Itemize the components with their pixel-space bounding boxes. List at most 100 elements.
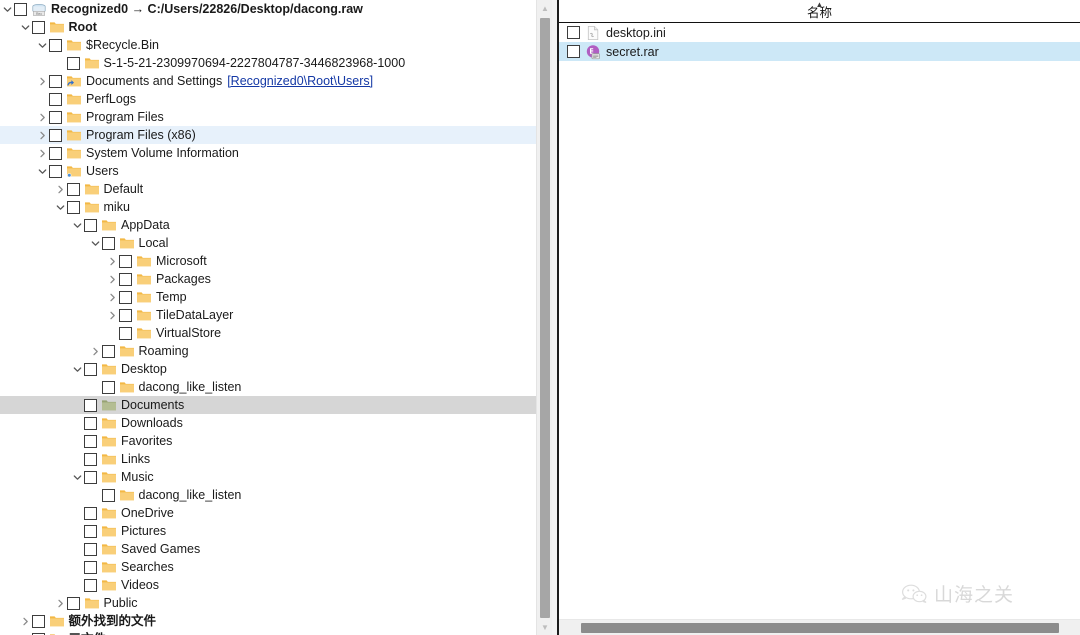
tree-node-checkbox[interactable]	[84, 452, 97, 466]
tree-node[interactable]: Program Files (x86)	[0, 126, 536, 144]
chevron-right-icon[interactable]	[106, 288, 119, 306]
tree-node[interactable]: OneDrive	[0, 504, 536, 522]
chevron-right-icon[interactable]	[36, 144, 49, 162]
tree-node[interactable]: dacong_like_listen	[0, 486, 536, 504]
file-list-rows[interactable]: desktop.ini secret.rar	[559, 23, 1080, 61]
tree-node[interactable]: 额外找到的文件	[0, 612, 536, 630]
chevron-right-icon[interactable]	[106, 270, 119, 288]
chevron-right-icon[interactable]	[106, 252, 119, 270]
file-horizontal-scrollbar[interactable]	[559, 619, 1080, 635]
tree-node[interactable]: Local	[0, 234, 536, 252]
chevron-down-icon[interactable]	[1, 0, 14, 18]
tree-node[interactable]: Microsoft	[0, 252, 536, 270]
tree-node-checkbox[interactable]	[101, 380, 115, 394]
tree-node[interactable]: Downloads	[0, 414, 536, 432]
tree-node-checkbox[interactable]	[119, 326, 132, 340]
tree-node[interactable]: Videos	[0, 576, 536, 594]
tree-node-checkbox[interactable]	[84, 506, 97, 520]
tree-node-checkbox[interactable]	[31, 614, 45, 628]
tree-node[interactable]: Favorites	[0, 432, 536, 450]
tree-node[interactable]: Roaming	[0, 342, 536, 360]
tree-node-checkbox[interactable]	[49, 38, 62, 52]
tree-node[interactable]: Documents	[0, 396, 536, 414]
tree-node[interactable]: VirtualStore	[0, 324, 536, 342]
scroll-up-arrow-icon[interactable]: ▲	[537, 0, 552, 16]
tree-node[interactable]: Program Files	[0, 108, 536, 126]
tree-node-checkbox[interactable]	[49, 128, 62, 142]
tree-node-checkbox[interactable]	[119, 308, 132, 322]
chevron-right-icon[interactable]	[36, 126, 49, 144]
chevron-right-icon[interactable]	[106, 306, 119, 324]
tree-node-checkbox[interactable]	[119, 272, 132, 286]
junction-target-link[interactable]: [Recognized0\Root\Users]	[227, 74, 373, 88]
tree-node-checkbox[interactable]	[49, 164, 62, 178]
tree-node[interactable]: Users	[0, 162, 536, 180]
tree-node[interactable]: Links	[0, 450, 536, 468]
tree-node[interactable]: Default	[0, 180, 536, 198]
tree-node-checkbox[interactable]	[84, 524, 97, 538]
chevron-right-icon[interactable]	[89, 342, 102, 360]
chevron-down-icon[interactable]	[19, 18, 32, 36]
tree-node[interactable]: Rec Recognized0 → C:/Users/22826/Desktop/…	[0, 0, 536, 18]
tree-node-checkbox[interactable]	[84, 434, 97, 448]
tree-node[interactable]: Root	[0, 18, 536, 36]
chevron-right-icon[interactable]	[36, 72, 49, 90]
file-row-checkbox[interactable]	[567, 45, 580, 58]
chevron-right-icon[interactable]	[19, 612, 32, 630]
chevron-down-icon[interactable]	[36, 162, 49, 180]
tree-node-checkbox[interactable]	[49, 110, 62, 124]
tree-node-checkbox[interactable]	[101, 236, 115, 250]
tree-node-checkbox[interactable]	[84, 398, 97, 412]
tree-node[interactable]: Documents and Settings [Recognized0\Root\…	[0, 72, 536, 90]
tree-node-checkbox[interactable]	[14, 2, 27, 16]
tree-node-checkbox[interactable]	[101, 344, 115, 358]
tree-node-checkbox[interactable]	[66, 596, 80, 610]
tree-node-checkbox[interactable]	[49, 146, 62, 160]
chevron-down-icon[interactable]	[71, 216, 84, 234]
file-list-header[interactable]: ▲ 名称	[559, 0, 1080, 23]
chevron-down-icon[interactable]	[89, 234, 102, 252]
chevron-right-icon[interactable]	[36, 108, 49, 126]
scroll-down-arrow-icon[interactable]: ▼	[537, 619, 552, 635]
tree-node-checkbox[interactable]	[101, 488, 115, 502]
tree-node-checkbox[interactable]	[31, 20, 45, 34]
directory-tree[interactable]: Rec Recognized0 → C:/Users/22826/Desktop/…	[0, 0, 536, 635]
tree-node[interactable]: Saved Games	[0, 540, 536, 558]
chevron-right-icon[interactable]	[54, 594, 67, 612]
tree-node[interactable]: $Recycle.Bin	[0, 36, 536, 54]
tree-node-checkbox[interactable]	[66, 200, 80, 214]
chevron-down-icon[interactable]	[36, 36, 49, 54]
tree-node[interactable]: Music	[0, 468, 536, 486]
file-list-row[interactable]: desktop.ini	[559, 23, 1080, 42]
tree-node[interactable]: System Volume Information	[0, 144, 536, 162]
tree-node[interactable]: dacong_like_listen	[0, 378, 536, 396]
tree-node[interactable]: Public	[0, 594, 536, 612]
tree-node-checkbox[interactable]	[84, 362, 97, 376]
chevron-down-icon[interactable]	[71, 468, 84, 486]
tree-node-checkbox[interactable]	[84, 218, 97, 232]
tree-node[interactable]: Temp	[0, 288, 536, 306]
tree-vertical-scrollbar[interactable]: ▲ ▼	[536, 0, 552, 635]
tree-node-checkbox[interactable]	[84, 542, 97, 556]
tree-node-checkbox[interactable]	[84, 560, 97, 574]
chevron-down-icon[interactable]	[71, 360, 84, 378]
tree-node[interactable]: PerfLogs	[0, 90, 536, 108]
tree-node[interactable]: miku	[0, 198, 536, 216]
tree-node[interactable]: Pictures	[0, 522, 536, 540]
tree-node-checkbox[interactable]	[84, 470, 97, 484]
chevron-right-icon[interactable]	[54, 180, 67, 198]
file-scrollbar-thumb[interactable]	[581, 623, 1059, 633]
tree-node-checkbox[interactable]	[49, 92, 62, 106]
file-list-row[interactable]: secret.rar	[559, 42, 1080, 61]
tree-node[interactable]: Desktop	[0, 360, 536, 378]
tree-node-checkbox[interactable]	[66, 56, 80, 70]
tree-node-checkbox[interactable]	[49, 74, 62, 88]
tree-node-checkbox[interactable]	[119, 290, 132, 304]
tree-node-checkbox[interactable]	[84, 578, 97, 592]
file-row-checkbox[interactable]	[567, 26, 580, 39]
tree-scrollbar-thumb[interactable]	[540, 18, 550, 618]
tree-node[interactable]: AppData	[0, 216, 536, 234]
tree-node[interactable]: 三文件	[0, 630, 536, 635]
chevron-down-icon[interactable]	[54, 198, 67, 216]
tree-node-checkbox[interactable]	[66, 182, 80, 196]
